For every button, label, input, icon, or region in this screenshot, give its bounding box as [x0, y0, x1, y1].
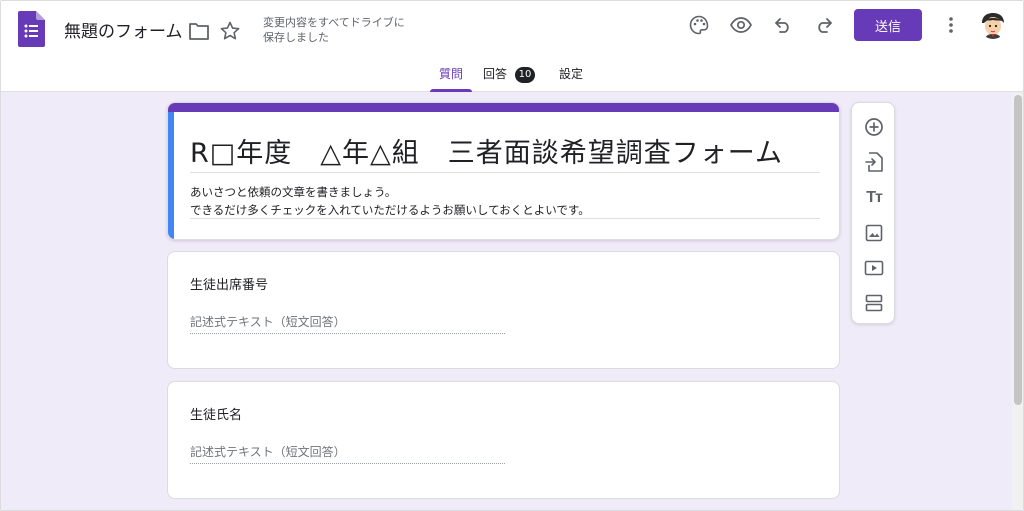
form-description[interactable]: あいさつと依頼の文章を書きましょう。 できるだけ多くチェックを入れていただけるよ… — [190, 183, 590, 219]
account-avatar[interactable] — [979, 11, 1007, 39]
form-title-card[interactable]: R□年度 △年△組 三者面談希望調査フォーム あいさつと依頼の文章を書きましょう… — [167, 102, 840, 240]
more-vert-icon[interactable] — [939, 13, 963, 37]
question-title[interactable]: 生徒氏名 — [190, 404, 242, 423]
form-description-line2: できるだけ多くチェックを入れていただけるようお願いしておくとよいです。 — [190, 203, 590, 217]
question-card[interactable]: 生徒出席番号 記述式テキスト（短文回答） — [167, 251, 840, 369]
divider — [190, 172, 820, 173]
save-status-line2: 保存しました — [263, 31, 329, 44]
tab-questions[interactable]: 質問 — [430, 65, 472, 92]
top-bar: 無題のフォーム 変更内容をすべてドライブに 保存しました 送信 質問 回答 10… — [1, 1, 1023, 92]
image-icon[interactable] — [862, 221, 886, 245]
answer-underline — [190, 463, 505, 464]
form-description-line1: あいさつと依頼の文章を書きましょう。 — [190, 185, 397, 199]
question-card[interactable]: 生徒氏名 記述式テキスト（短文回答） — [167, 381, 840, 499]
save-status: 変更内容をすべてドライブに 保存しました — [263, 15, 423, 45]
folder-icon[interactable] — [187, 19, 211, 43]
document-title[interactable]: 無題のフォーム — [64, 17, 183, 42]
tab-settings[interactable]: 設定 — [559, 65, 583, 92]
short-answer-placeholder: 記述式テキスト（短文回答） — [190, 315, 346, 329]
question-title[interactable]: 生徒出席番号 — [190, 274, 268, 293]
save-status-line1: 変更内容をすべてドライブに — [263, 16, 405, 29]
import-icon[interactable] — [862, 150, 886, 174]
tab-responses-label: 回答 — [483, 67, 508, 81]
answer-underline — [190, 333, 505, 334]
active-card-indicator — [168, 112, 174, 239]
short-answer-placeholder: 記述式テキスト（短文回答） — [190, 445, 346, 459]
section-icon[interactable] — [862, 291, 886, 315]
add-circle-icon[interactable] — [862, 115, 886, 139]
theme-accent-bar — [168, 103, 839, 112]
forms-editor-window: 無題のフォーム 変更内容をすべてドライブに 保存しました 送信 質問 回答 10… — [0, 0, 1024, 511]
title-text-icon[interactable]: Tт — [862, 186, 886, 210]
palette-icon[interactable] — [687, 13, 711, 37]
send-button[interactable]: 送信 — [854, 9, 922, 41]
preview-eye-icon[interactable] — [728, 13, 754, 37]
floating-toolbar: Tт — [851, 102, 895, 324]
active-tab-indicator — [430, 89, 472, 92]
undo-icon[interactable] — [771, 13, 795, 37]
title-text-label: Tт — [866, 189, 883, 206]
google-forms-logo[interactable] — [18, 11, 45, 47]
tab-questions-label: 質問 — [438, 67, 463, 81]
divider — [190, 218, 820, 219]
video-icon[interactable] — [862, 256, 886, 280]
responses-count-badge: 10 — [515, 67, 536, 83]
tab-settings-label: 設定 — [559, 67, 584, 81]
form-title[interactable]: R□年度 △年△組 三者面談希望調査フォーム — [190, 131, 783, 170]
star-icon[interactable] — [218, 19, 242, 43]
scrollbar-thumb[interactable] — [1014, 95, 1022, 405]
tab-responses[interactable]: 回答 10 — [483, 65, 536, 92]
redo-icon[interactable] — [812, 13, 836, 37]
